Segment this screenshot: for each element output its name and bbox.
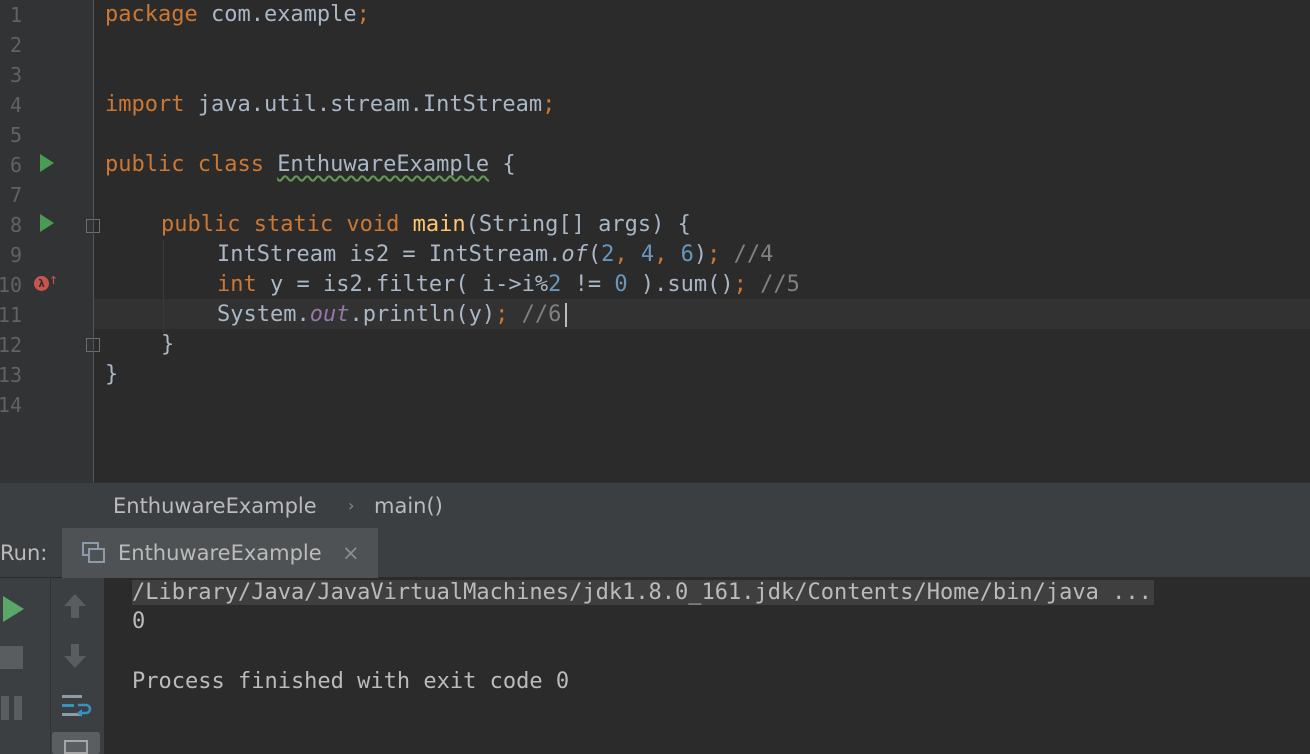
run-tab[interactable]: EnthuwareExample × — [62, 528, 378, 578]
code-token: .println(y) — [349, 302, 496, 327]
code-token: int — [217, 272, 257, 297]
code-token: } — [161, 332, 175, 357]
code-token: ) — [693, 242, 708, 267]
line-number: 13 — [0, 363, 22, 387]
code-line[interactable]: } — [105, 360, 118, 390]
code-line[interactable]: int y = is2.filter( i->i%2 != 0 ).sum();… — [217, 270, 800, 300]
number-token: 0 — [614, 272, 628, 297]
line-number: 4 — [9, 93, 22, 117]
code-token: ( — [587, 242, 602, 267]
editor-gutter: 1 2 3 4 5 6 7 8 9 10 11 12 13 14 λ ↑ — [0, 0, 100, 482]
run-config-icon — [82, 542, 105, 563]
number-token: 6 — [680, 242, 694, 267]
breadcrumb: EnthuwareExample › main() — [0, 482, 1310, 528]
code-line[interactable]: package com.example; — [105, 0, 370, 30]
line-number: 2 — [9, 33, 22, 57]
up-arrow-icon[interactable] — [62, 592, 88, 620]
code-token: ).sum() — [627, 272, 734, 297]
code-token: package — [105, 2, 198, 27]
code-token: System. — [217, 302, 310, 327]
code-token: { — [489, 152, 516, 177]
code-token: y = is2.filter( i->i% — [256, 272, 549, 297]
breadcrumb-item-class[interactable]: EnthuwareExample — [113, 483, 317, 529]
code-line[interactable]: import java.util.stream.IntStream; — [105, 90, 555, 120]
console-line: 0 — [132, 609, 146, 634]
comment-token: //4 — [733, 242, 774, 267]
indent-guide — [163, 240, 164, 332]
code-token: (String[] args) { — [465, 212, 691, 237]
code-token: , — [614, 242, 641, 267]
rerun-icon[interactable] — [3, 596, 24, 622]
run-tab-title: EnthuwareExample — [118, 541, 322, 565]
pin-tab-icon[interactable] — [52, 732, 100, 754]
toolbar-divider — [50, 578, 51, 754]
code-token: ; — [733, 272, 761, 297]
code-token: java.util.stream.IntStream — [184, 92, 543, 117]
static-field-token: out — [309, 302, 350, 327]
pause-icon[interactable] — [1, 696, 23, 720]
line-number: 11 — [0, 303, 22, 327]
console-command[interactable]: /Library/Java/JavaVirtualMachines/jdk1.8… — [132, 580, 1154, 605]
comment-token: //6 — [521, 302, 562, 327]
line-number: 5 — [9, 123, 22, 147]
code-line[interactable]: public class EnthuwareExample { — [105, 150, 516, 180]
code-token: import — [105, 92, 185, 117]
line-number: 8 — [9, 213, 22, 237]
code-token: ; — [356, 2, 370, 27]
code-line[interactable]: IntStream is2 = IntStream.of(2, 4, 6); /… — [217, 240, 773, 270]
close-icon[interactable]: × — [342, 528, 360, 578]
code-token: } — [105, 362, 119, 387]
code-token: != — [561, 272, 615, 297]
run-icon[interactable] — [40, 154, 54, 172]
text-caret — [565, 303, 568, 327]
code-token: ; — [542, 92, 556, 117]
code-token: public static void — [161, 212, 413, 237]
code-token: of — [561, 242, 588, 267]
console-line: /Library/Java/JavaVirtualMachines/jdk1.8… — [132, 578, 1154, 608]
code-line[interactable]: } — [161, 330, 174, 360]
lambda-breakpoint-icon[interactable]: λ — [34, 276, 49, 291]
code-token: , — [654, 242, 681, 267]
breadcrumb-item-method[interactable]: main() — [374, 483, 443, 529]
line-number: 6 — [9, 153, 22, 177]
number-token: 4 — [640, 242, 655, 267]
line-number: 1 — [9, 3, 22, 27]
line-number: 10 — [0, 273, 22, 297]
line-number: 3 — [9, 63, 22, 87]
number-token: 2 — [548, 272, 562, 297]
gutter-divider — [93, 0, 94, 482]
console-output[interactable]: /Library/Java/JavaVirtualMachines/jdk1.8… — [104, 578, 1310, 754]
run-label: Run: — [0, 541, 48, 565]
code-line[interactable]: System.out.println(y); //6 — [217, 300, 568, 330]
console-line: Process finished with exit code 0 — [132, 669, 570, 694]
code-token: public class — [105, 152, 278, 177]
code-editor[interactable]: 1 2 3 4 5 6 7 8 9 10 11 12 13 14 λ ↑ pac… — [0, 0, 1310, 482]
class-name-token: EnthuwareExample — [277, 152, 490, 177]
up-arrow-marker-icon: ↑ — [49, 270, 59, 288]
code-line[interactable]: public static void main(String[] args) { — [161, 210, 691, 240]
run-icon[interactable] — [40, 214, 54, 232]
line-number: 7 — [9, 183, 22, 207]
line-number: 9 — [9, 243, 22, 267]
code-token: com.example — [197, 2, 357, 27]
down-arrow-icon[interactable] — [62, 642, 88, 670]
code-token: ; — [707, 242, 734, 267]
code-token: ; — [495, 302, 522, 327]
line-number: 12 — [0, 333, 22, 357]
stop-icon[interactable] — [0, 646, 23, 669]
run-tool-window-header: Run: EnthuwareExample × — [0, 528, 1310, 578]
soft-wrap-icon[interactable] — [60, 690, 92, 722]
code-token: IntStream is2 = IntStream. — [217, 242, 562, 267]
breadcrumb-separator-icon: › — [348, 496, 355, 515]
comment-token: //5 — [760, 272, 800, 297]
number-token: 2 — [601, 242, 615, 267]
line-number: 14 — [0, 393, 22, 417]
method-token: main — [412, 212, 466, 237]
